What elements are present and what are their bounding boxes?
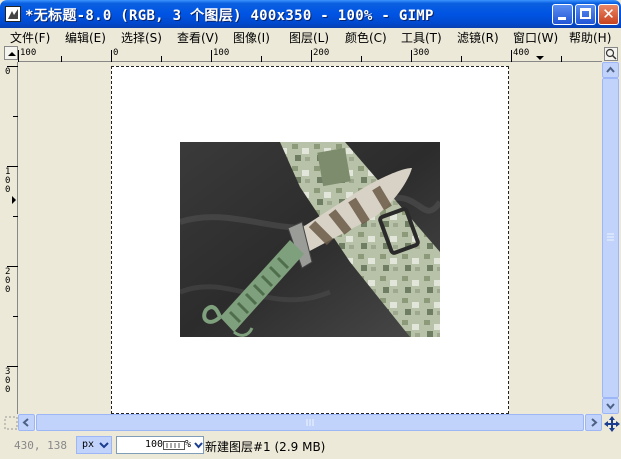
vruler-label: 300 bbox=[5, 367, 11, 395]
vruler-label: 0 bbox=[5, 67, 11, 77]
menu-colors[interactable]: 颜色(C) bbox=[345, 29, 387, 46]
menu-help[interactable]: 帮助(H) bbox=[569, 29, 611, 46]
zoom-field[interactable]: 100 % bbox=[116, 436, 204, 454]
close-icon: ✕ bbox=[602, 5, 615, 23]
maximize-icon bbox=[580, 8, 591, 19]
minimize-icon bbox=[558, 17, 566, 20]
maximize-button[interactable] bbox=[575, 4, 596, 25]
menu-select[interactable]: 选择(S) bbox=[121, 29, 162, 46]
gimp-app-icon[interactable] bbox=[5, 6, 21, 22]
zoom-unit: % bbox=[185, 439, 192, 450]
menu-image[interactable]: 图像(I) bbox=[233, 29, 270, 46]
layer-info: 新建图层#1 (2.9 MB) bbox=[205, 440, 326, 454]
hruler-label: 300 bbox=[413, 48, 430, 58]
unit-value: px bbox=[82, 439, 95, 450]
scroll-down-button[interactable] bbox=[602, 398, 619, 414]
title-bar[interactable]: *无标题-8.0 (RGB, 3 个图层) 400x350 - 100% - G… bbox=[0, 0, 621, 28]
status-bar: 430, 138 px 100 % 新建图层#1 (2.9 MB) bbox=[0, 416, 621, 459]
hruler-label: 100 bbox=[20, 48, 37, 58]
zoom-slider-icon bbox=[163, 441, 185, 450]
menu-view[interactable]: 查看(V) bbox=[177, 29, 219, 46]
chevron-down-icon bbox=[99, 442, 109, 449]
pointer-coordinates: 430, 138 bbox=[14, 439, 67, 452]
menu-layer[interactable]: 图层(L) bbox=[289, 29, 329, 46]
zoom-value: 100 bbox=[145, 439, 164, 450]
menu-bar: 文件(F) 编辑(E) 选择(S) 查看(V) 图像(I) 图层(L) 颜色(C… bbox=[0, 28, 621, 46]
zoom-toggle-icon[interactable] bbox=[604, 47, 618, 61]
vruler-label: 100 bbox=[5, 167, 11, 195]
vertical-scrollbar[interactable] bbox=[602, 62, 619, 414]
knife-photo[interactable] bbox=[180, 142, 440, 337]
chevron-down-icon[interactable] bbox=[194, 442, 203, 449]
horizontal-ruler[interactable]: 100 0 100 200 300 400 bbox=[18, 46, 602, 62]
vruler-label: 200 bbox=[5, 267, 11, 295]
hruler-label: 0 bbox=[113, 48, 119, 58]
window-title: *无标题-8.0 (RGB, 3 个图层) 400x350 - 100% - G… bbox=[25, 8, 434, 24]
quick-mask-menu-button[interactable] bbox=[4, 46, 18, 60]
quick-mask-toggle-icon[interactable] bbox=[4, 416, 18, 430]
horizontal-scrollbar[interactable] bbox=[18, 414, 602, 431]
horizontal-scroll-thumb[interactable] bbox=[36, 414, 584, 431]
scroll-left-button[interactable] bbox=[18, 414, 35, 431]
scroll-up-button[interactable] bbox=[602, 62, 619, 78]
close-button[interactable]: ✕ bbox=[598, 4, 619, 25]
menu-tools[interactable]: 工具(T) bbox=[401, 29, 442, 46]
vertical-scroll-thumb[interactable] bbox=[602, 78, 619, 398]
hruler-label: 200 bbox=[313, 48, 330, 58]
hruler-label: 100 bbox=[213, 48, 230, 58]
navigate-icon[interactable] bbox=[604, 416, 620, 432]
menu-edit[interactable]: 编辑(E) bbox=[65, 29, 106, 46]
menu-file[interactable]: 文件(F) bbox=[10, 29, 50, 46]
minimize-button[interactable] bbox=[552, 4, 573, 25]
menu-filters[interactable]: 滤镜(R) bbox=[457, 29, 499, 46]
unit-select[interactable]: px bbox=[76, 436, 112, 454]
hruler-label: 400 bbox=[513, 48, 530, 58]
vertical-ruler[interactable]: 0 100 200 300 bbox=[4, 62, 18, 414]
scroll-right-button[interactable] bbox=[585, 414, 602, 431]
menu-windows[interactable]: 窗口(W) bbox=[513, 29, 558, 46]
